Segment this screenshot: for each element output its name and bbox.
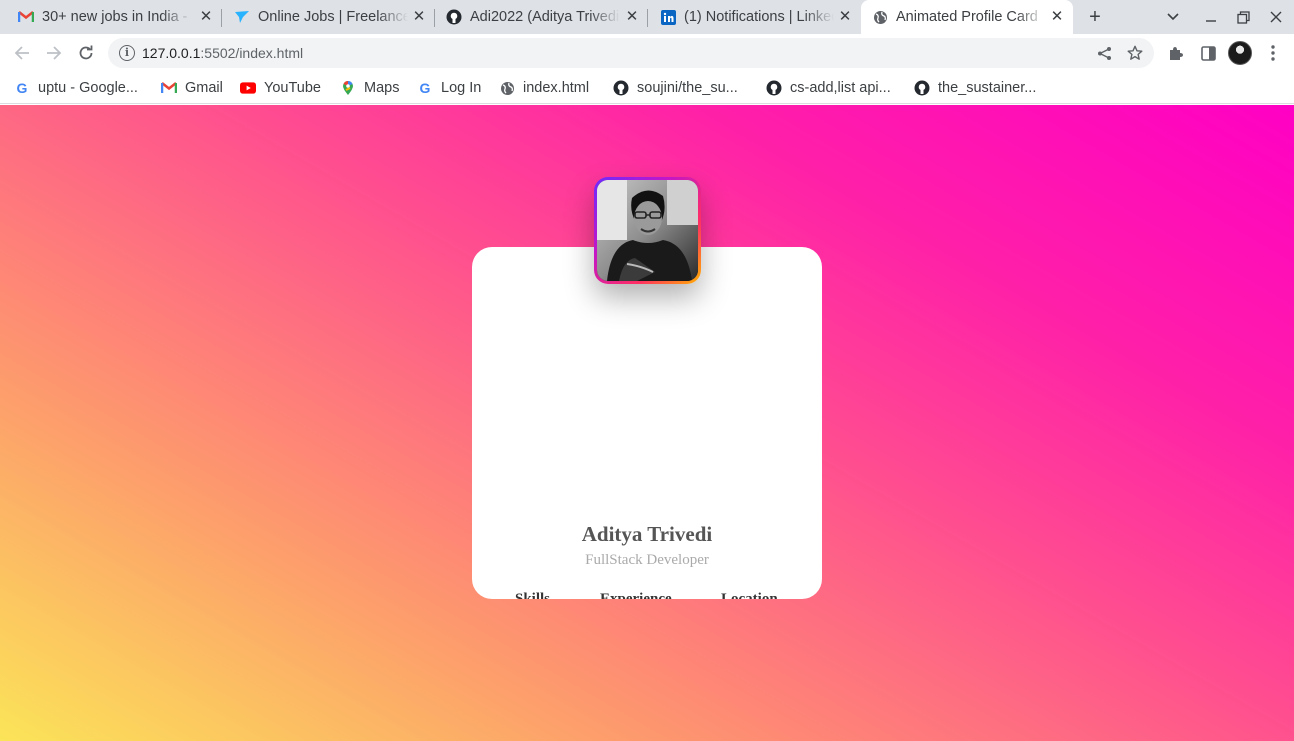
extensions-puzzle-icon[interactable] — [1166, 43, 1186, 63]
bookmark-label: Maps — [364, 80, 400, 96]
tab-title: Online Jobs | Freelance — [258, 9, 408, 25]
new-tab-plus-icon[interactable]: + — [1086, 6, 1104, 28]
tab-strip: 30+ new jobs in India - ✕ Online Jobs | … — [0, 0, 1294, 34]
window-close-icon[interactable] — [1267, 8, 1285, 26]
close-icon[interactable]: ✕ — [837, 9, 853, 25]
bookmark-login[interactable]: G Log In — [417, 77, 482, 99]
freelancer-icon — [234, 9, 250, 25]
gmail-icon — [18, 9, 34, 25]
github-icon — [446, 9, 462, 25]
bookmark-index-html[interactable]: index.html — [499, 77, 589, 99]
profile-photo-frame — [594, 177, 701, 284]
avatar — [1228, 41, 1252, 65]
url-host: 127.0.0.1 — [142, 45, 201, 61]
profile-name: Aditya Trivedi — [581, 522, 713, 546]
more-menu-icon[interactable] — [1263, 43, 1283, 63]
bookmark-maps[interactable]: Maps — [340, 77, 399, 99]
github-icon — [914, 80, 930, 96]
bookmark-label: Gmail — [185, 80, 223, 96]
bookmark-label: Log In — [441, 80, 482, 96]
bookmark-gmail[interactable]: Gmail — [161, 77, 223, 99]
globe-icon — [499, 80, 515, 96]
close-icon[interactable]: ✕ — [624, 9, 640, 25]
bookmark-the-sustainer[interactable]: the_sustainer... — [914, 77, 1036, 99]
tab-freelancer[interactable]: Online Jobs | Freelance ✕ — [222, 0, 435, 34]
bookmark-star-icon[interactable] — [1127, 45, 1143, 61]
close-icon[interactable]: ✕ — [1049, 9, 1065, 25]
bookmark-label: uptu - Google... — [38, 80, 138, 96]
bookmark-uptu[interactable]: G uptu - Google... — [14, 77, 138, 99]
minimize-icon[interactable] — [1202, 8, 1220, 26]
close-icon[interactable]: ✕ — [198, 9, 214, 25]
page-background: Aditya Trivedi FullStack Developer Skill… — [0, 105, 1294, 741]
tab-linkedin[interactable]: (1) Notifications | LinkedIn ✕ — [648, 0, 861, 34]
reload-icon[interactable] — [76, 43, 96, 63]
stat-skills: Skills — [515, 591, 551, 599]
tab-title: Adi2022 (Aditya Trivedi) — [470, 9, 620, 25]
github-icon — [766, 80, 782, 96]
stat-experience: Experience — [600, 591, 672, 599]
chevron-down-icon[interactable] — [1164, 8, 1182, 26]
share-icon[interactable] — [1096, 45, 1112, 61]
profile-card: Aditya Trivedi FullStack Developer Skill… — [472, 247, 822, 599]
bookmark-label: cs-add,list api... — [790, 80, 891, 96]
forward-arrow-icon[interactable] — [44, 43, 64, 63]
tab-github[interactable]: Adi2022 (Aditya Trivedi) ✕ — [435, 0, 648, 34]
github-icon — [613, 80, 629, 96]
stat-location: Location — [721, 591, 778, 599]
restore-icon[interactable] — [1234, 8, 1252, 26]
address-bar[interactable]: i 127.0.0.1:5502/index.html — [108, 38, 1154, 68]
tab-title: (1) Notifications | LinkedIn — [684, 9, 834, 25]
tab-animated-profile-card[interactable]: Animated Profile Card ✕ — [861, 0, 1073, 34]
bookmark-label: index.html — [523, 80, 590, 96]
close-icon[interactable]: ✕ — [411, 9, 427, 25]
back-arrow-icon[interactable] — [12, 43, 32, 63]
linkedin-icon — [660, 9, 676, 25]
bookmarks-bar: G uptu - Google... Gmail YouTube Maps G … — [0, 72, 1294, 104]
bookmark-label: the_sustainer... — [938, 80, 1037, 96]
side-panel-icon[interactable] — [1198, 43, 1218, 63]
tab-gmail-jobs[interactable]: 30+ new jobs in India - ✕ — [0, 0, 222, 34]
url-text: 127.0.0.1:5502/index.html — [142, 45, 303, 61]
url-path: :5502/index.html — [200, 45, 304, 61]
gmail-icon — [161, 80, 177, 96]
google-icon: G — [419, 80, 431, 96]
tab-title: 30+ new jobs in India - — [42, 9, 188, 25]
browser-toolbar: i 127.0.0.1:5502/index.html — [0, 34, 1294, 72]
bookmark-soujini[interactable]: soujini/the_su... — [613, 77, 738, 99]
bookmark-label: YouTube — [264, 80, 321, 96]
bookmark-label: soujini/the_su... — [637, 80, 738, 96]
tab-title: Animated Profile Card — [896, 9, 1038, 25]
profile-avatar[interactable] — [1228, 41, 1252, 65]
globe-icon — [872, 9, 888, 25]
youtube-icon — [240, 80, 256, 96]
profile-role: FullStack Developer — [585, 552, 709, 568]
google-icon: G — [16, 80, 28, 96]
profile-photo — [597, 180, 698, 281]
bookmark-youtube[interactable]: YouTube — [240, 77, 321, 99]
maps-icon — [340, 80, 356, 96]
site-info-icon[interactable]: i — [119, 45, 135, 61]
bookmark-cs-add[interactable]: cs-add,list api... — [766, 77, 891, 99]
